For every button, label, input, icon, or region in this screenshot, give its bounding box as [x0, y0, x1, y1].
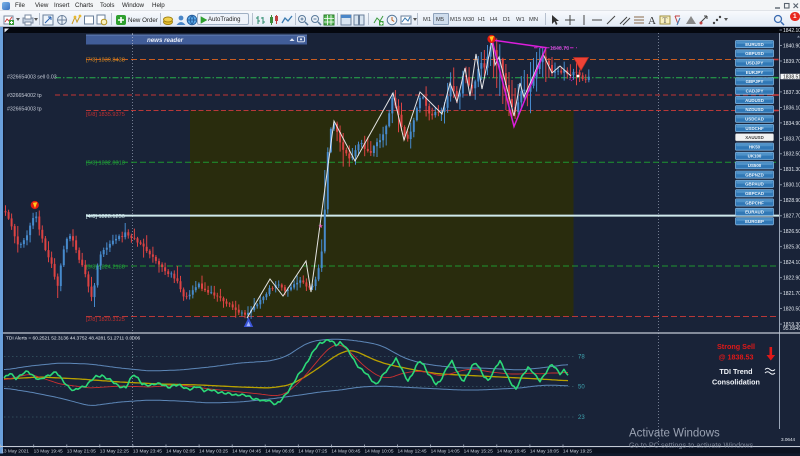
svg-text:1824.10: 1824.10 — [783, 260, 800, 266]
svg-text:1842.10: 1842.10 — [783, 28, 800, 34]
svg-text:1840.70: 1840.70 — [550, 46, 569, 52]
svg-text:UK100: UK100 — [748, 154, 762, 159]
svg-text:1821.70: 1821.70 — [783, 291, 800, 297]
svg-text:@ 1838.53: @ 1838.53 — [719, 353, 754, 362]
svg-text:TDI Trend: TDI Trend — [719, 367, 752, 376]
svg-text:1836.10: 1836.10 — [783, 105, 800, 111]
svg-text:[7/8] 1839.8438: [7/8] 1839.8438 — [86, 58, 125, 64]
svg-text:13 May 2021: 13 May 2021 — [1, 448, 29, 454]
svg-text:1839.70: 1839.70 — [783, 59, 800, 65]
svg-text:13 May 23:45: 13 May 23:45 — [133, 448, 162, 454]
svg-text:US500: US500 — [748, 163, 762, 168]
svg-text:3.0644: 3.0644 — [781, 437, 795, 442]
svg-text:Strong Sell: Strong Sell — [717, 342, 755, 351]
svg-text:GBPNZD: GBPNZD — [745, 172, 764, 177]
svg-text:USDCHF: USDCHF — [745, 126, 764, 131]
svg-text:1838.51: 1838.51 — [783, 74, 800, 80]
svg-text:14 May 15:25: 14 May 15:25 — [464, 448, 493, 454]
svg-text:13 May 21:05: 13 May 21:05 — [67, 448, 96, 454]
svg-text:EURGBP: EURGBP — [745, 219, 764, 224]
svg-text:95.8949: 95.8949 — [783, 326, 800, 332]
svg-text:1837.30: 1837.30 — [783, 90, 800, 96]
svg-text:14 May 03:25: 14 May 03:25 — [199, 448, 228, 454]
svg-text:GBPUSD: GBPUSD — [745, 51, 764, 56]
svg-text:EURJPY: EURJPY — [746, 70, 764, 75]
svg-text:news reader: news reader — [147, 37, 184, 44]
svg-text:[2/8] 1820.3125: [2/8] 1820.3125 — [86, 317, 125, 323]
svg-text:14 May 12:45: 14 May 12:45 — [398, 448, 427, 454]
svg-text:#326654003 sell 0.03: #326654003 sell 0.03 — [7, 74, 57, 80]
svg-text:CADJPY: CADJPY — [746, 89, 764, 94]
svg-text:XAUUSD: XAUUSD — [745, 135, 764, 140]
svg-text:[4/8] 1828.1250: [4/8] 1828.1250 — [86, 214, 125, 220]
svg-text:78: 78 — [578, 355, 585, 361]
svg-text:GBPCHF: GBPCHF — [745, 200, 764, 205]
svg-text:[5/8] 1832.0313: [5/8] 1832.0313 — [86, 161, 125, 167]
svg-text:14 May 06:05: 14 May 06:05 — [265, 448, 294, 454]
svg-text:14 May 04:45: 14 May 04:45 — [232, 448, 261, 454]
svg-text:14 May 07:25: 14 May 07:25 — [298, 448, 327, 454]
svg-text:1832.50: 1832.50 — [783, 152, 800, 158]
svg-text:HK50: HK50 — [749, 144, 761, 149]
svg-text:TDI Alerts = 60.2521 52.3136 4: TDI Alerts = 60.2521 52.3136 44.3752 48.… — [6, 336, 141, 342]
svg-text:1822.90: 1822.90 — [783, 276, 800, 282]
svg-text:GBPAUD: GBPAUD — [745, 182, 764, 187]
svg-text:1828.90: 1828.90 — [783, 198, 800, 204]
svg-text:#326654003 tp: #326654003 tp — [7, 107, 42, 113]
svg-text:14 May 10:05: 14 May 10:05 — [364, 448, 393, 454]
svg-text:1840.90: 1840.90 — [783, 43, 800, 49]
svg-text:13 May 22:25: 13 May 22:25 — [100, 448, 129, 454]
svg-text:USDJPY: USDJPY — [746, 61, 764, 66]
svg-text:Consolidation: Consolidation — [712, 378, 760, 387]
svg-text:1825.30: 1825.30 — [783, 245, 800, 251]
svg-text:1827.70: 1827.70 — [783, 214, 800, 220]
svg-text:Go to PC settings to activate: Go to PC settings to activate Windows — [629, 441, 753, 450]
svg-text:GBPJPY: GBPJPY — [746, 79, 764, 84]
svg-text:Activate Windows: Activate Windows — [629, 428, 720, 440]
svg-text:[3/8] 1824.2188: [3/8] 1824.2188 — [86, 264, 125, 270]
svg-text:USDCAD: USDCAD — [745, 116, 764, 121]
svg-text:EURUSD: EURUSD — [745, 42, 764, 47]
svg-text:14 May 16:45: 14 May 16:45 — [497, 448, 526, 454]
svg-text:NZDUSD: NZDUSD — [745, 107, 763, 112]
svg-text:1830.10: 1830.10 — [783, 183, 800, 189]
svg-text:1834.90: 1834.90 — [783, 121, 800, 127]
svg-text:#326654002 tp: #326654002 tp — [7, 93, 42, 99]
svg-text:13 May 19:45: 13 May 19:45 — [34, 448, 63, 454]
svg-text:50: 50 — [578, 385, 585, 391]
svg-text:EURAUD: EURAUD — [745, 210, 764, 215]
svg-text:[6/8] 1835.9375: [6/8] 1835.9375 — [86, 112, 125, 118]
svg-text:★: ★ — [318, 223, 323, 230]
svg-text:23: 23 — [578, 415, 585, 421]
svg-text:1826.50: 1826.50 — [783, 229, 800, 235]
svg-text:AUDUSD: AUDUSD — [745, 98, 764, 103]
svg-text:14 May 18:05: 14 May 18:05 — [530, 448, 559, 454]
svg-text:14 May 19:25: 14 May 19:25 — [563, 448, 592, 454]
svg-text:14 May 02:05: 14 May 02:05 — [166, 448, 195, 454]
svg-text:14 May 08:45: 14 May 08:45 — [331, 448, 360, 454]
svg-text:1820.50: 1820.50 — [783, 307, 800, 313]
svg-text:GBPCAD: GBPCAD — [745, 191, 764, 196]
svg-text:A: A — [648, 15, 656, 26]
svg-text:T: T — [663, 16, 668, 25]
svg-text:14 May 14:05: 14 May 14:05 — [431, 448, 460, 454]
svg-text:1833.70: 1833.70 — [783, 136, 800, 142]
svg-text:1831.30: 1831.30 — [783, 167, 800, 173]
